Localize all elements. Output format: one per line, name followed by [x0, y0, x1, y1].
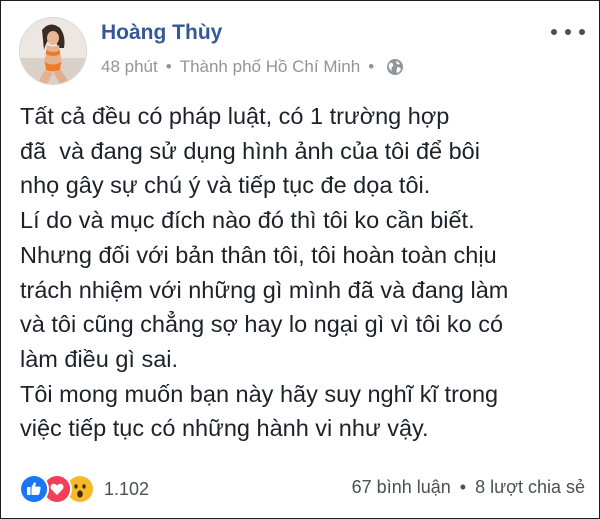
more-options-button[interactable]	[551, 21, 585, 43]
post-line: và tôi cũng chẳng sợ hay lo ngại gì vì t…	[20, 311, 504, 338]
stats-separator: •	[459, 477, 467, 497]
shares-count-link[interactable]: 8 lượt chia sẻ	[475, 477, 585, 497]
post-footer: 1.102 67 bình luận • 8 lượt chia sẻ	[19, 467, 585, 507]
post-line: việc tiếp tục có những hành vi như vậy.	[20, 415, 429, 442]
globe-icon[interactable]	[386, 58, 404, 76]
post-line: làm điều gì sai.	[20, 345, 179, 372]
more-dot-icon	[551, 29, 557, 35]
author-avatar[interactable]	[19, 17, 87, 85]
post-card: Hoàng Thùy 48 phút • Thành phố Hồ Chí Mi…	[0, 0, 600, 519]
author-name[interactable]: Hoàng Thùy	[101, 21, 222, 45]
avatar-photo	[20, 18, 86, 84]
post-text: Tất cả đều có pháp luật, có 1 trường hợp…	[20, 99, 590, 446]
post-line: Tôi mong muốn bạn này hãy suy nghĩ kĩ tr…	[20, 380, 499, 407]
post-line: Lí do và mục đích nào đó thì tôi ko cần …	[20, 207, 475, 234]
post-line: đã và đang sử dụng hình ảnh của tôi để b…	[20, 137, 480, 164]
comments-count-link[interactable]: 67 bình luận	[352, 477, 451, 497]
like-icon	[19, 474, 49, 504]
post-line: nhọ gây sự chú ý và tiếp tục đe dọa tôi.	[20, 172, 431, 199]
post-line: trách nhiệm với những gì mình đã và đang…	[20, 276, 509, 303]
post-line: Tất cả đều có pháp luật, có 1 trường hợp	[20, 103, 450, 129]
post-location[interactable]: Thành phố Hồ Chí Minh	[180, 57, 361, 77]
meta-separator: •	[368, 57, 375, 76]
more-dot-icon	[579, 29, 585, 35]
meta-separator: •	[165, 57, 172, 76]
post-stats: 67 bình luận • 8 lượt chia sẻ	[352, 477, 585, 498]
post-header: Hoàng Thùy 48 phút • Thành phố Hồ Chí Mi…	[19, 17, 585, 87]
reaction-count: 1.102	[104, 478, 150, 499]
post-meta: 48 phút • Thành phố Hồ Chí Minh •	[101, 57, 404, 77]
post-line: Nhưng đối với bản thân tôi, tôi hoàn toà…	[20, 241, 497, 268]
reactions-summary[interactable]: 1.102	[19, 474, 150, 504]
more-dot-icon	[565, 29, 571, 35]
post-time[interactable]: 48 phút	[101, 57, 158, 77]
